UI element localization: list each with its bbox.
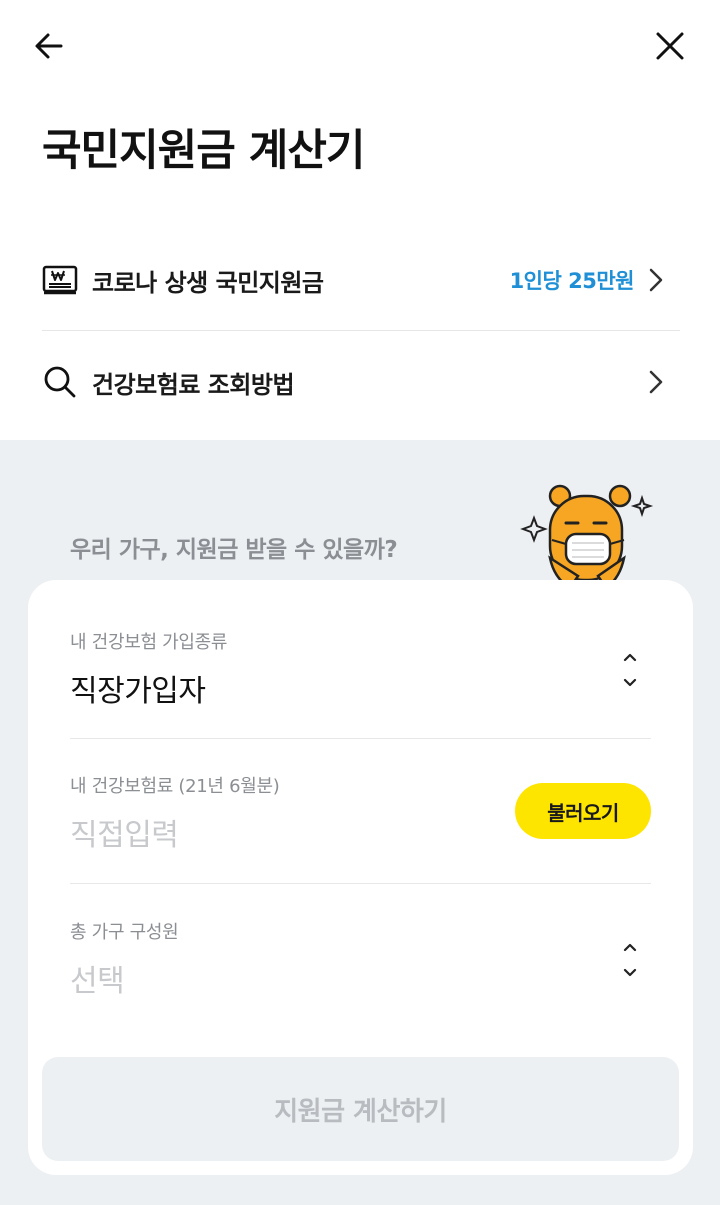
page-title: 국민지원금 계산기 [42, 126, 365, 176]
insurance-type-field[interactable]: 내 건강보험 가입종류 직장가입자 [70, 628, 651, 710]
insurance-type-updown-icon[interactable] [618, 648, 642, 692]
support-info-row[interactable]: 코로나 상생 국민지원금 1인당 25만원 [42, 230, 680, 330]
back-button[interactable] [21, 18, 77, 74]
field-divider [70, 738, 651, 739]
support-info-label: 코로나 상생 국민지원금 [92, 268, 324, 297]
chevron-right-icon [646, 367, 666, 397]
header-section: 국민지원금 계산기 코로나 상생 국민지원금 1인당 25만원 건강보험료 조회… [0, 0, 720, 440]
close-button[interactable] [642, 18, 698, 74]
close-icon [656, 32, 684, 60]
chevron-right-icon [646, 265, 666, 295]
load-fee-button[interactable]: 불러오기 [515, 783, 651, 839]
field-divider [70, 883, 651, 884]
calculator-card: 내 건강보험 가입종류 직장가입자 내 건강보험료 (21년 6월분) 직접입력… [28, 580, 693, 1175]
support-amount-value: 1인당 25만원 [509, 269, 635, 293]
menu-divider [42, 330, 680, 331]
household-label: 총 가구 구성원 [70, 922, 179, 943]
insurance-type-value: 직장가입자 [70, 674, 206, 709]
wallet-won-icon [42, 262, 78, 298]
calculator-section: 우리 가구, 지원금 받을 수 있을까? 내 건강보험 가입종류 직장가입자 내… [0, 440, 720, 1205]
household-updown-icon[interactable] [618, 938, 642, 982]
calculate-button[interactable]: 지원금 계산하기 [42, 1057, 679, 1161]
arrow-left-icon [35, 33, 63, 59]
ryan-mascot-icon [520, 484, 654, 588]
search-icon [42, 364, 78, 400]
insurance-lookup-row[interactable]: 건강보험료 조회방법 [42, 332, 680, 432]
calculator-question: 우리 가구, 지원금 받을 수 있을까? [70, 537, 398, 563]
insurance-type-label: 내 건강보험 가입종류 [70, 632, 228, 653]
insurance-lookup-label: 건강보험료 조회방법 [92, 370, 295, 399]
household-field[interactable]: 총 가구 구성원 선택 [70, 918, 651, 1000]
household-select[interactable]: 선택 [70, 956, 651, 1000]
